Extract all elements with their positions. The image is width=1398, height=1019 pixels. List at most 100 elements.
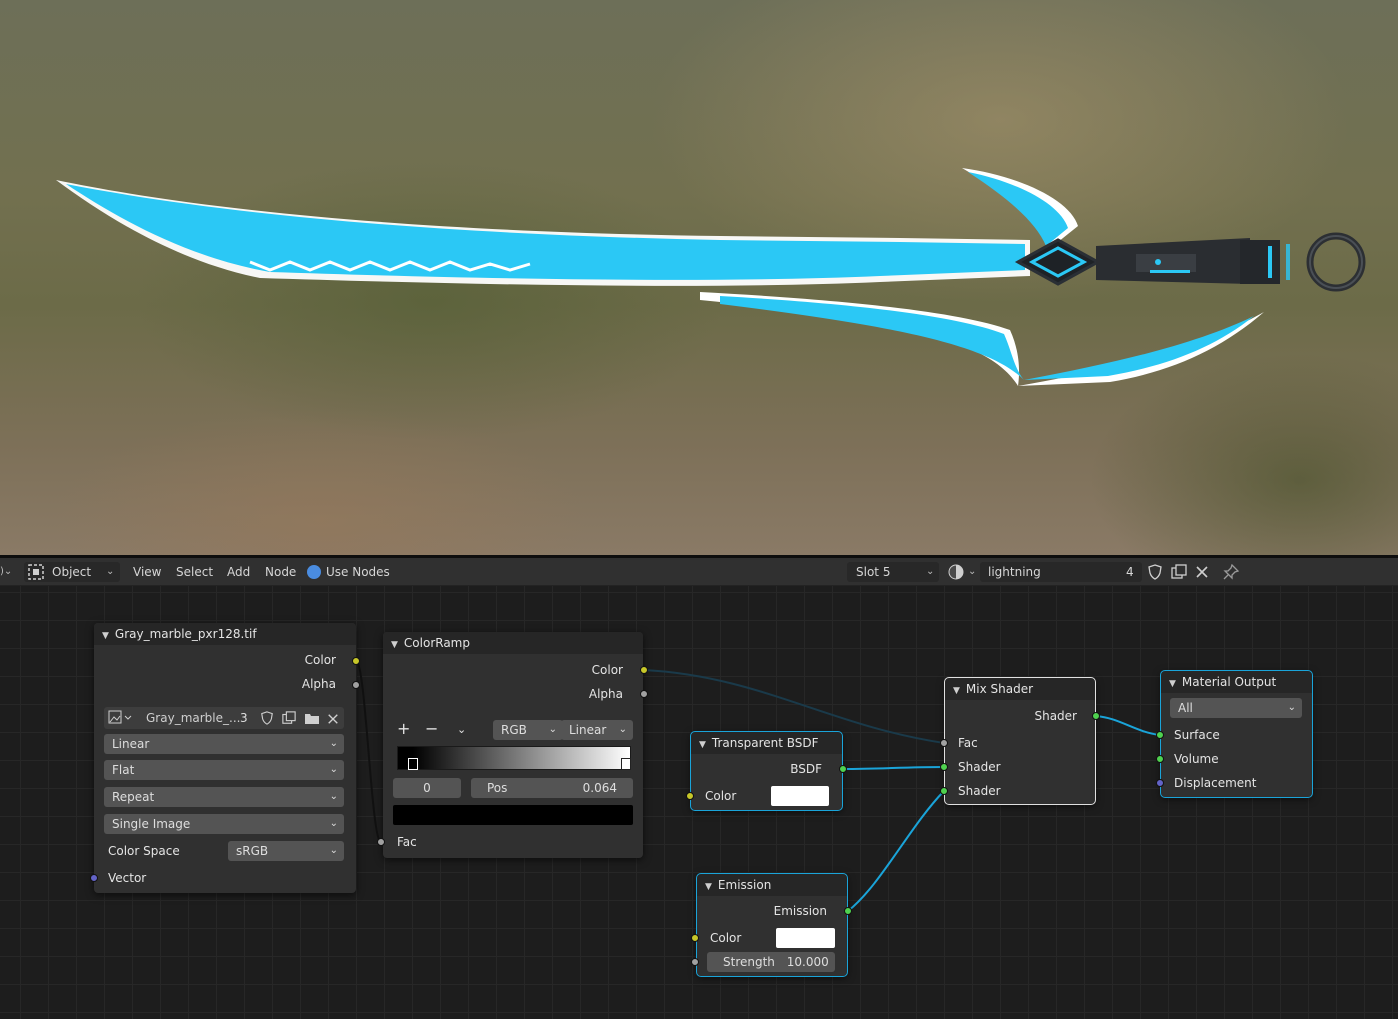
socket-output-surface-in[interactable] <box>1156 731 1164 739</box>
close-icon[interactable] <box>327 711 339 731</box>
mix-shader-node-header[interactable]: ▼ Mix Shader <box>945 678 1095 700</box>
image-users-count: 3 <box>240 711 248 725</box>
ramp-menu-chevron-icon[interactable]: ⌄ <box>457 721 466 739</box>
extension-dropdown[interactable]: Repeat ⌄ <box>104 787 344 807</box>
collapse-triangle-icon[interactable]: ▼ <box>953 686 960 696</box>
mix-shader-title: Mix Shader <box>965 682 1034 696</box>
image-texture-node-header[interactable]: ▼ Gray_marble_pxr128.tif <box>94 623 356 645</box>
chevron-down-icon: ⌄ <box>548 724 557 735</box>
strength-label: Strength <box>723 955 775 969</box>
mix-shader-node[interactable]: ▼ Mix Shader Shader Fac Shader Shader <box>944 677 1096 805</box>
color-mode-value: RGB <box>501 723 527 737</box>
chevron-down-icon: ⌄ <box>329 738 338 749</box>
ramp-interpolation-value: Linear <box>569 723 607 737</box>
node-editor-canvas[interactable]: ▼ Gray_marble_pxr128.tif Color Alpha Gray… <box>0 586 1398 1019</box>
socket-image-vector-in[interactable] <box>90 874 98 882</box>
source-dropdown[interactable]: Single Image ⌄ <box>104 814 344 834</box>
input-color-label: Color <box>710 931 742 945</box>
stop-position-value: 0.064 <box>582 781 617 795</box>
duplicate-icon[interactable] <box>282 710 296 732</box>
chevron-down-icon: ⌄ <box>329 818 338 829</box>
image-datablock-field[interactable]: Gray_marble_... 3 <box>104 707 344 729</box>
color-mode-dropdown[interactable]: RGB ⌄ <box>493 720 563 740</box>
pin-icon[interactable] <box>1223 558 1240 586</box>
output-target-value: All <box>1178 701 1193 715</box>
menu-select[interactable]: Select <box>176 558 213 586</box>
material-browse-chevron-icon[interactable]: ⌄ <box>968 558 976 586</box>
input-color-label: Color <box>705 789 737 803</box>
material-output-node-header[interactable]: ▼ Material Output <box>1161 671 1312 693</box>
color-ramp-gradient[interactable] <box>397 746 631 770</box>
output-shader-label: Shader <box>1034 709 1077 723</box>
3d-viewport[interactable] <box>0 0 1398 555</box>
socket-mix-shader-out[interactable] <box>1092 712 1100 720</box>
image-texture-node[interactable]: ▼ Gray_marble_pxr128.tif Color Alpha Gray… <box>94 623 356 893</box>
input-shader1-label: Shader <box>958 760 1001 774</box>
shield-icon[interactable] <box>260 710 274 732</box>
close-icon[interactable] <box>1195 558 1209 586</box>
socket-image-alpha-out[interactable] <box>352 681 360 689</box>
use-nodes-label: Use Nodes <box>326 565 390 579</box>
emission-color-swatch[interactable] <box>776 928 835 948</box>
active-stop-index-field[interactable]: 0 <box>393 778 461 798</box>
collapse-triangle-icon[interactable]: ▼ <box>699 740 706 750</box>
colorramp-title: ColorRamp <box>403 636 470 650</box>
shield-icon[interactable] <box>1147 558 1163 586</box>
sword-render <box>56 168 1366 386</box>
socket-mix-fac-in[interactable] <box>940 739 948 747</box>
ramp-interpolation-dropdown[interactable]: Linear ⌄ <box>561 720 633 740</box>
image-name: Gray_marble_... <box>146 711 241 725</box>
projection-dropdown[interactable]: Flat ⌄ <box>104 760 344 780</box>
color-space-dropdown[interactable]: sRGB ⌄ <box>228 841 344 861</box>
output-color-label: Color <box>304 653 336 667</box>
emission-node[interactable]: ▼ Emission Emission Color Strength 10.000 <box>696 873 848 977</box>
strength-field[interactable]: Strength 10.000 <box>707 952 835 972</box>
socket-output-displacement-in[interactable] <box>1156 779 1164 787</box>
use-nodes-checkbox[interactable] <box>307 558 321 586</box>
stop-color-swatch[interactable] <box>393 805 633 825</box>
socket-ramp-alpha-out[interactable] <box>640 690 648 698</box>
socket-mix-shader1-in[interactable] <box>940 763 948 771</box>
image-icon[interactable] <box>108 709 134 731</box>
collapse-triangle-icon[interactable]: ▼ <box>1169 679 1176 689</box>
add-stop-button[interactable]: + <box>397 720 410 738</box>
duplicate-icon[interactable] <box>1171 558 1187 586</box>
transparent-bsdf-node-header[interactable]: ▼ Transparent BSDF <box>691 732 842 754</box>
mode-label: Object <box>52 565 92 579</box>
socket-image-color-out[interactable] <box>352 657 360 665</box>
remove-stop-button[interactable]: − <box>425 720 438 738</box>
socket-ramp-color-out[interactable] <box>640 666 648 674</box>
interpolation-dropdown[interactable]: Linear ⌄ <box>104 734 344 754</box>
socket-output-volume-in[interactable] <box>1156 755 1164 763</box>
socket-emission-out[interactable] <box>844 907 852 915</box>
menu-node[interactable]: Node <box>265 558 296 586</box>
stop-position-field[interactable]: Pos 0.064 <box>471 778 633 798</box>
image-texture-title: Gray_marble_pxr128.tif <box>114 627 257 641</box>
collapse-triangle-icon[interactable]: ▼ <box>705 882 712 892</box>
socket-emission-strength-in[interactable] <box>691 958 699 966</box>
editor-type-chevron-icon[interactable]: )⌄ <box>0 558 12 586</box>
menu-add[interactable]: Add <box>227 558 250 586</box>
strength-value: 10.000 <box>786 955 829 969</box>
output-target-dropdown[interactable]: All ⌄ <box>1170 698 1302 718</box>
material-output-node[interactable]: ▼ Material Output All ⌄ Surface Volume Dis… <box>1160 670 1313 798</box>
material-sphere-icon[interactable] <box>948 558 964 586</box>
collapse-triangle-icon[interactable]: ▼ <box>102 631 109 641</box>
socket-mix-shader2-in[interactable] <box>940 787 948 795</box>
colorramp-node[interactable]: ▼ ColorRamp Color Alpha + − ⌄ RGB ⌄ Linear… <box>383 632 643 858</box>
socket-emission-color-in[interactable] <box>691 934 699 942</box>
folder-icon[interactable] <box>304 710 320 732</box>
socket-ramp-fac-in[interactable] <box>377 838 385 846</box>
menu-view[interactable]: View <box>133 558 161 586</box>
emission-node-header[interactable]: ▼ Emission <box>697 874 847 896</box>
transparent-color-swatch[interactable] <box>771 786 829 806</box>
socket-transparent-bsdf-out[interactable] <box>839 765 847 773</box>
ramp-stop-black[interactable] <box>408 758 418 770</box>
link-image-color-to-ramp-fac <box>355 660 382 843</box>
socket-transparent-color-in[interactable] <box>686 792 694 800</box>
collapse-triangle-icon[interactable]: ▼ <box>391 640 398 650</box>
ramp-stop-white[interactable] <box>621 758 631 770</box>
transparent-bsdf-node[interactable]: ▼ Transparent BSDF BSDF Color <box>690 731 843 811</box>
colorramp-node-header[interactable]: ▼ ColorRamp <box>383 632 643 654</box>
slot-label: Slot 5 <box>856 565 891 579</box>
